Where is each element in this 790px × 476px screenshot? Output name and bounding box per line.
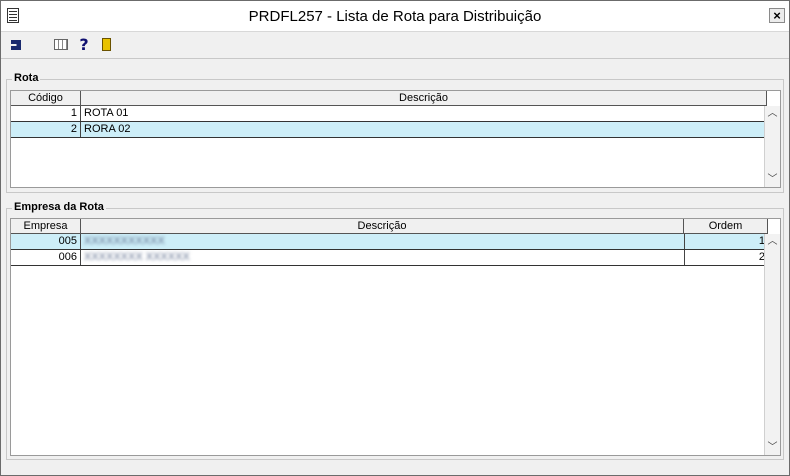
descricao-cell: RORA 02 — [84, 123, 131, 135]
empresa-group: Empresa da Rota Empresa Descrição Ordem … — [6, 201, 784, 460]
rota-vertical-scrollbar[interactable]: ︿ ﹀ — [764, 106, 780, 187]
ordem-cell: 2 — [684, 250, 768, 265]
exit-icon[interactable] — [7, 36, 25, 54]
column-header-codigo[interactable]: Código — [11, 91, 81, 106]
door-exit-icon[interactable] — [98, 36, 116, 54]
rota-group: Rota Código Descrição 1 ROTA 01 2 RORA 0… — [6, 72, 784, 193]
empresa-cell: 005 — [11, 234, 81, 249]
descricao-cell-redacted: XXXXXXXX XXXXXX — [84, 251, 190, 263]
scroll-down-icon[interactable]: ﹀ — [765, 440, 780, 455]
empresa-group-label: Empresa da Rota — [12, 201, 106, 213]
rota-grid: Código Descrição 1 ROTA 01 2 RORA 02 ︿ ﹀ — [10, 90, 781, 188]
table-row[interactable]: 006 XXXXXXXX XXXXXX 2 — [11, 250, 768, 266]
codigo-cell: 2 — [11, 122, 81, 137]
column-header-descricao[interactable]: Descrição — [81, 91, 767, 106]
codigo-cell: 1 — [11, 106, 81, 121]
column-header-empresa[interactable]: Empresa — [11, 219, 81, 234]
scroll-up-icon[interactable]: ︿ — [765, 234, 780, 249]
descricao-cell-redacted: XXXXXXXXXXX — [84, 235, 165, 247]
descricao-cell: ROTA 01 — [84, 107, 129, 119]
rota-group-label: Rota — [12, 72, 41, 84]
scroll-up-icon[interactable]: ︿ — [765, 106, 780, 121]
column-header-ordem[interactable]: Ordem — [684, 219, 768, 234]
table-row-selected[interactable]: 005 XXXXXXXXXXX 1 — [11, 234, 768, 250]
window-title: PRDFL257 - Lista de Rota para Distribuiç… — [248, 8, 542, 25]
table-row[interactable]: 1 ROTA 01 — [11, 106, 767, 122]
table-row-selected[interactable]: 2 RORA 02 — [11, 122, 767, 138]
close-button[interactable]: × — [769, 8, 785, 23]
help-icon[interactable]: ? — [75, 36, 93, 54]
column-header-descricao[interactable]: Descrição — [81, 219, 684, 234]
calculator-icon[interactable] — [53, 36, 71, 54]
empresa-vertical-scrollbar[interactable]: ︿ ﹀ — [764, 234, 780, 455]
scroll-down-icon[interactable]: ﹀ — [765, 172, 780, 187]
empresa-grid: Empresa Descrição Ordem 005 XXXXXXXXXXX … — [10, 218, 781, 456]
empresa-cell: 006 — [11, 250, 81, 265]
toolbar: ? — [1, 32, 789, 59]
application-window: PRDFL257 - Lista de Rota para Distribuiç… — [0, 0, 790, 476]
title-bar[interactable]: PRDFL257 - Lista de Rota para Distribuiç… — [1, 1, 789, 32]
ordem-cell: 1 — [684, 234, 768, 249]
